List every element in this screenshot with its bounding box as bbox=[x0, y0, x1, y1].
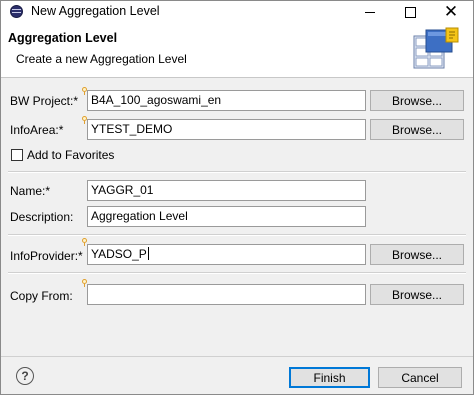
maximize-icon bbox=[404, 6, 416, 18]
bw-project-field[interactable]: B4A_100_agoswami_en bbox=[87, 90, 366, 111]
wizard-image-icon bbox=[413, 27, 459, 69]
text-cursor bbox=[147, 247, 149, 260]
info-area-browse-button[interactable]: Browse... bbox=[370, 119, 464, 140]
content-assist-indicator-icon bbox=[82, 238, 87, 246]
copy-from-browse-button[interactable]: Browse... bbox=[370, 284, 464, 305]
minimize-button[interactable] bbox=[350, 1, 390, 23]
cancel-button[interactable]: Cancel bbox=[378, 367, 462, 388]
close-button[interactable]: ✕ bbox=[431, 1, 471, 23]
maximize-button[interactable] bbox=[390, 1, 430, 23]
name-label: Name:* bbox=[10, 184, 51, 198]
wizard-title: Aggregation Level bbox=[8, 31, 118, 45]
separator bbox=[8, 234, 466, 236]
footer-separator bbox=[1, 356, 473, 357]
help-icon[interactable]: ? bbox=[16, 367, 34, 385]
info-area-field[interactable]: YTEST_DEMO bbox=[87, 119, 366, 140]
eclipse-app-icon bbox=[10, 5, 23, 18]
add-to-favorites-checkbox[interactable] bbox=[11, 149, 23, 161]
window-title: New Aggregation Level bbox=[31, 4, 160, 18]
separator bbox=[8, 171, 466, 173]
separator bbox=[8, 272, 466, 274]
close-icon: ✕ bbox=[443, 1, 459, 22]
add-to-favorites-label: Add to Favorites bbox=[27, 148, 115, 162]
info-provider-field[interactable]: YADSO_P bbox=[87, 244, 366, 265]
info-provider-value: YADSO_P bbox=[91, 247, 147, 261]
info-area-label: InfoArea:* bbox=[10, 123, 64, 137]
wizard-header: Aggregation Level Create a new Aggregati… bbox=[1, 23, 473, 78]
name-field[interactable]: YAGGR_01 bbox=[87, 180, 366, 201]
info-provider-label: InfoProvider:* bbox=[10, 249, 83, 263]
finish-button[interactable]: Finish bbox=[289, 367, 370, 388]
copy-from-label: Copy From: bbox=[10, 289, 73, 303]
description-field[interactable]: Aggregation Level bbox=[87, 206, 366, 227]
info-provider-browse-button[interactable]: Browse... bbox=[370, 244, 464, 265]
copy-from-field[interactable] bbox=[87, 284, 366, 305]
bw-project-browse-button[interactable]: Browse... bbox=[370, 90, 464, 111]
description-label: Description: bbox=[10, 210, 74, 224]
minimize-icon bbox=[365, 11, 375, 13]
new-aggregation-level-dialog: New Aggregation Level ✕ Aggregation Leve… bbox=[0, 0, 474, 395]
title-bar: New Aggregation Level ✕ bbox=[1, 1, 473, 23]
wizard-subtitle: Create a new Aggregation Level bbox=[16, 52, 187, 66]
bw-project-label: BW Project:* bbox=[10, 94, 79, 108]
